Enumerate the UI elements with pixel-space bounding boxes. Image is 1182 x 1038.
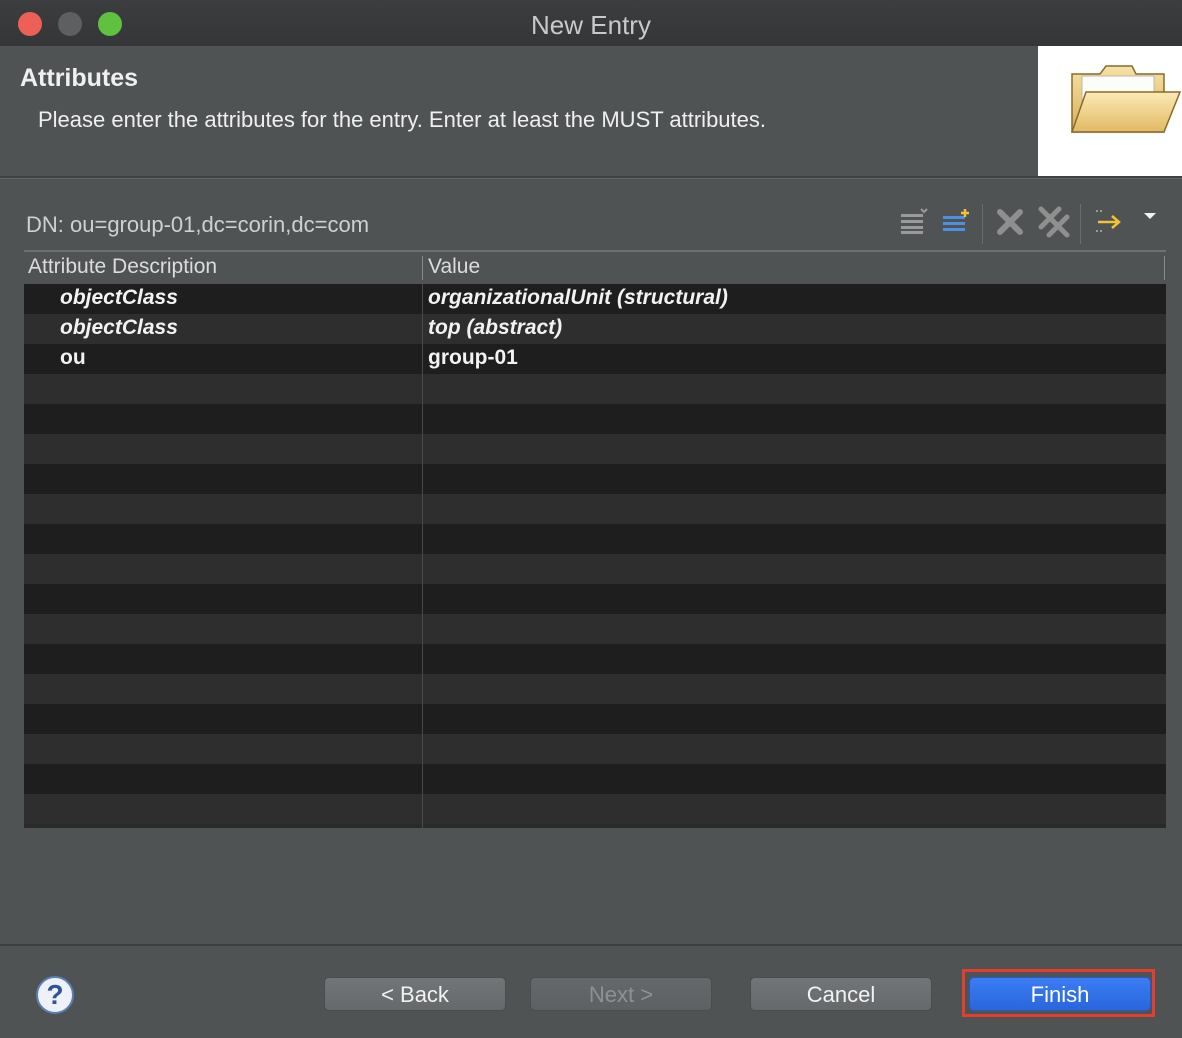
table-row[interactable] [24, 674, 1166, 704]
table-header: Attribute Description Value [24, 252, 1166, 284]
open-editor-button[interactable] [1090, 204, 1126, 240]
delete-all-icon [1038, 206, 1070, 238]
table-row[interactable] [24, 734, 1166, 764]
header-separator [0, 176, 1182, 178]
attribute-cell[interactable]: objectClass [60, 316, 178, 340]
delete-all-button[interactable] [1036, 204, 1072, 240]
table-row[interactable] [24, 404, 1166, 434]
table-row[interactable] [24, 644, 1166, 674]
table-row[interactable] [24, 374, 1166, 404]
table-row[interactable] [24, 464, 1166, 494]
column-divider [422, 284, 423, 828]
back-button[interactable]: < Back [324, 977, 506, 1011]
column-resize-handle[interactable] [1164, 256, 1165, 280]
delete-icon [997, 209, 1023, 235]
new-attribute-icon [943, 209, 969, 231]
table-row[interactable] [24, 434, 1166, 464]
next-button: Next > [530, 977, 712, 1011]
dn-label: DN: ou=group-01,dc=corin,dc=com [26, 212, 370, 237]
cancel-button[interactable]: Cancel [750, 977, 932, 1011]
table-row[interactable] [24, 494, 1166, 524]
wizard-header: Attributes Please enter the attributes f… [0, 46, 1182, 179]
new-value-icon [901, 208, 928, 234]
table-row[interactable]: objectClass organizationalUnit (structura… [24, 284, 1166, 314]
column-header-value[interactable]: Value [428, 255, 480, 279]
table-row[interactable] [24, 554, 1166, 584]
attributes-table[interactable]: Attribute Description Value objectClass o… [24, 250, 1166, 828]
table-row[interactable]: ou group-01 [24, 344, 1166, 374]
toolbar-separator [982, 204, 983, 244]
table-row[interactable] [24, 614, 1166, 644]
delete-button[interactable] [992, 204, 1028, 240]
value-cell[interactable]: organizationalUnit (structural) [428, 286, 728, 310]
arrow-right-icon [1096, 210, 1121, 232]
toolbar-separator [1080, 204, 1081, 244]
table-row[interactable] [24, 584, 1166, 614]
table-row[interactable] [24, 524, 1166, 554]
value-cell[interactable]: group-01 [428, 346, 518, 370]
table-body: objectClass organizationalUnit (structura… [24, 284, 1166, 824]
page-description: Please enter the attributes for the entr… [38, 107, 766, 132]
table-row[interactable] [24, 794, 1166, 824]
footer-separator [0, 944, 1182, 946]
window-title: New Entry [531, 10, 651, 40]
editor-toolbar [896, 204, 1166, 244]
help-button[interactable]: ? [36, 976, 74, 1014]
table-row[interactable] [24, 764, 1166, 794]
column-header-attribute[interactable]: Attribute Description [28, 255, 217, 279]
value-cell[interactable]: top (abstract) [428, 316, 562, 340]
dropdown-triangle-icon [1144, 213, 1156, 219]
view-menu-button[interactable] [1132, 198, 1168, 234]
table-row[interactable] [24, 704, 1166, 734]
finish-highlight-box [962, 969, 1155, 1017]
title-bar: New Entry [0, 0, 1182, 47]
table-row[interactable]: objectClass top (abstract) [24, 314, 1166, 344]
attribute-cell[interactable]: ou [60, 346, 86, 370]
attribute-cell[interactable]: objectClass [60, 286, 178, 310]
new-value-button[interactable] [896, 204, 932, 240]
folder-icon [1038, 46, 1182, 178]
new-attribute-button[interactable] [938, 204, 974, 240]
page-title: Attributes [20, 64, 139, 92]
column-resize-handle[interactable] [422, 256, 423, 280]
